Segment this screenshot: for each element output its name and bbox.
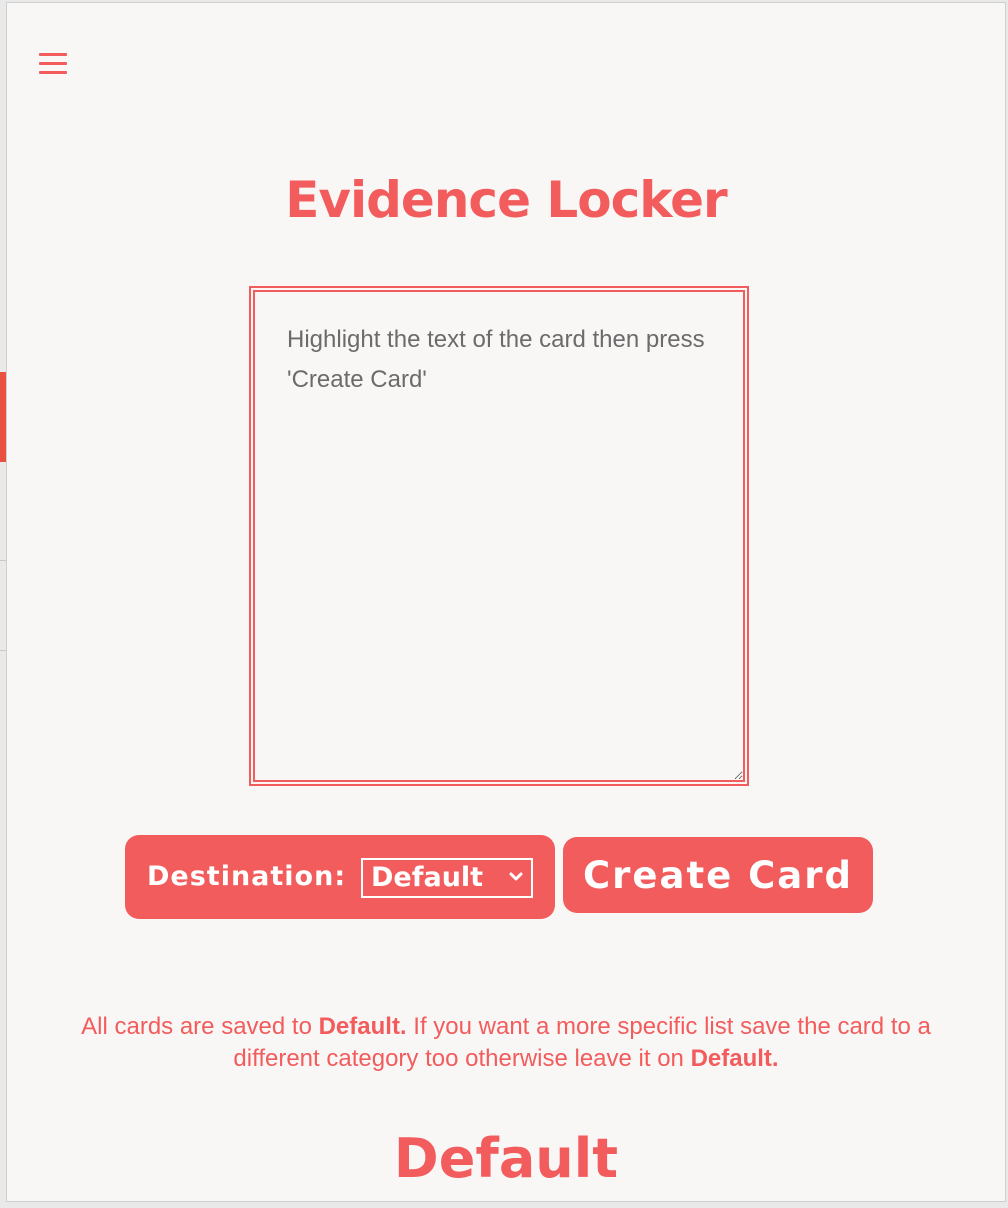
chevron-down-icon (509, 872, 523, 881)
card-text-frame (249, 286, 749, 786)
app-title: Evidence Locker (285, 171, 727, 229)
destination-label: Destination: (147, 861, 347, 892)
hamburger-menu-icon[interactable] (39, 53, 67, 79)
info-text-bold: Default. (318, 1013, 407, 1040)
create-card-button[interactable]: Create Card (563, 837, 873, 913)
destination-panel: Destination: Default (125, 835, 555, 919)
destination-selected-value: Default (371, 862, 484, 893)
info-text-bold: Default. (690, 1045, 779, 1072)
info-text-part: All cards are saved to (81, 1013, 319, 1040)
extension-popup: Evidence Locker Destination: Default Cre… (6, 2, 1006, 1202)
category-section-title: Default (393, 1127, 619, 1190)
card-text-input[interactable] (253, 290, 745, 782)
destination-select[interactable]: Default (361, 858, 533, 898)
card-controls: Destination: Default Create Card (125, 835, 885, 925)
info-text: All cards are saved to Default. If you w… (47, 1011, 965, 1075)
